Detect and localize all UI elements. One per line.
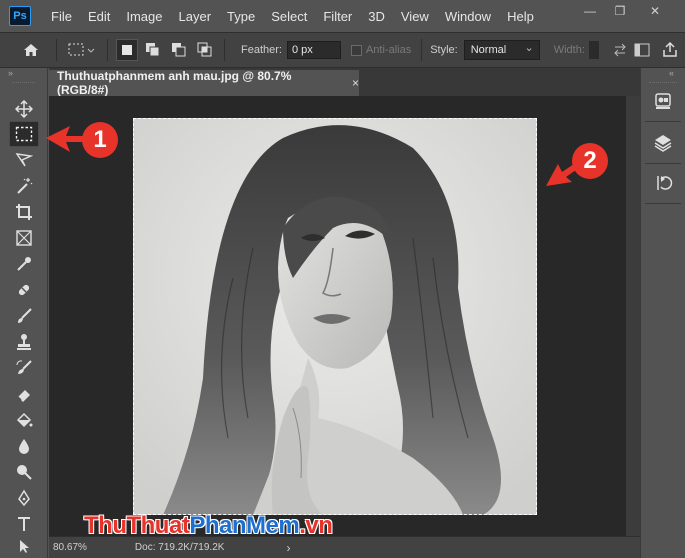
path-selection-tool-icon[interactable] (9, 536, 39, 556)
menu-select[interactable]: Select (271, 9, 307, 24)
anti-alias-label: Anti-alias (365, 44, 412, 56)
magic-wand-tool-icon[interactable] (9, 173, 39, 199)
menu-layer[interactable]: Layer (179, 9, 212, 24)
clone-stamp-tool-icon[interactable] (9, 329, 39, 355)
share-icon[interactable] (659, 39, 681, 61)
color-swatches-icon[interactable] (647, 86, 679, 116)
menu-image[interactable]: Image (126, 9, 162, 24)
dodge-tool-icon[interactable] (9, 459, 39, 485)
pen-tool-icon[interactable] (9, 485, 39, 511)
brush-tool-icon[interactable] (9, 303, 39, 329)
history-panel-icon[interactable] (647, 168, 679, 198)
menu-bar: Ps File Edit Image Layer Type Select Fil… (0, 0, 685, 32)
style-label: Style: (430, 44, 458, 56)
tools-panel: » (0, 68, 48, 558)
type-tool-icon[interactable] (9, 511, 39, 537)
right-panel-dock: « (640, 68, 685, 558)
style-select[interactable]: Normal (463, 39, 540, 60)
history-brush-tool-icon[interactable] (9, 355, 39, 381)
options-bar: Feather: 0 px Anti-alias Style: Normal W… (0, 32, 685, 68)
width-label: Width: (553, 44, 585, 56)
menu-window[interactable]: Window (445, 9, 491, 24)
status-menu-arrow-icon[interactable]: › (286, 541, 290, 555)
close-document-icon[interactable]: × (352, 76, 359, 90)
frame-tool-icon[interactable] (9, 225, 39, 251)
zoom-level[interactable]: 80.67% (53, 542, 87, 553)
layers-icon[interactable] (647, 128, 679, 158)
lasso-tool-icon[interactable] (9, 147, 39, 173)
feather-input[interactable]: 0 px (286, 41, 341, 59)
width-input[interactable] (588, 41, 599, 59)
site-watermark: ThuThuatPhanMem.vn (84, 512, 333, 539)
marquee-preset-icon[interactable] (65, 39, 99, 61)
swap-icon[interactable] (609, 39, 631, 61)
minimize-button[interactable]: — (575, 0, 605, 22)
intersect-selection-icon[interactable] (194, 39, 216, 61)
annotation-badge-2: 2 (572, 143, 608, 179)
add-to-selection-icon[interactable] (142, 39, 164, 61)
rectangular-marquee-tool-icon[interactable] (9, 121, 39, 147)
subtract-from-selection-icon[interactable] (168, 39, 190, 61)
menu-file[interactable]: File (51, 9, 72, 24)
paint-bucket-tool-icon[interactable] (9, 407, 39, 433)
eraser-tool-icon[interactable] (9, 381, 39, 407)
document-tab-title: Thuthuatphanmem anh mau.jpg @ 80.7% (RGB… (57, 69, 292, 97)
blur-tool-icon[interactable] (9, 433, 39, 459)
crop-tool-icon[interactable] (9, 199, 39, 225)
toolbar-grip[interactable] (12, 82, 35, 92)
document-tab[interactable]: Thuthuatphanmem anh mau.jpg @ 80.7% (RGB… (49, 69, 359, 97)
move-tool-icon[interactable] (9, 96, 39, 122)
collapse-panels-icon[interactable]: « (641, 68, 685, 80)
vertical-scrollbar[interactable] (626, 96, 640, 536)
restore-button[interactable]: ❐ (605, 0, 635, 22)
eyedropper-tool-icon[interactable] (9, 251, 39, 277)
new-selection-icon[interactable] (116, 39, 138, 61)
document-info: Doc: 719.2K/719.2K (134, 542, 225, 553)
portrait-sketch-image (133, 118, 537, 515)
menu-edit[interactable]: Edit (88, 9, 110, 24)
healing-brush-tool-icon[interactable] (9, 277, 39, 303)
annotation-badge-1: 1 (82, 122, 118, 158)
menu-filter[interactable]: Filter (323, 9, 352, 24)
document-tab-strip: Thuthuatphanmem anh mau.jpg @ 80.7% (RGB… (49, 68, 640, 97)
menu-3d[interactable]: 3D (368, 9, 385, 24)
collapse-toolbar-icon[interactable]: » (0, 68, 47, 80)
menu-help[interactable]: Help (507, 9, 534, 24)
feather-label: Feather: (241, 44, 282, 56)
home-icon[interactable] (20, 39, 42, 61)
menu-view[interactable]: View (401, 9, 429, 24)
close-window-button[interactable]: ✕ (640, 0, 670, 22)
photoshop-logo: Ps (9, 6, 31, 26)
menu-type[interactable]: Type (227, 9, 255, 24)
annotation-arrow-1-icon (46, 126, 84, 152)
anti-alias-checkbox[interactable] (350, 44, 362, 56)
select-and-mask-icon[interactable] (631, 39, 653, 61)
